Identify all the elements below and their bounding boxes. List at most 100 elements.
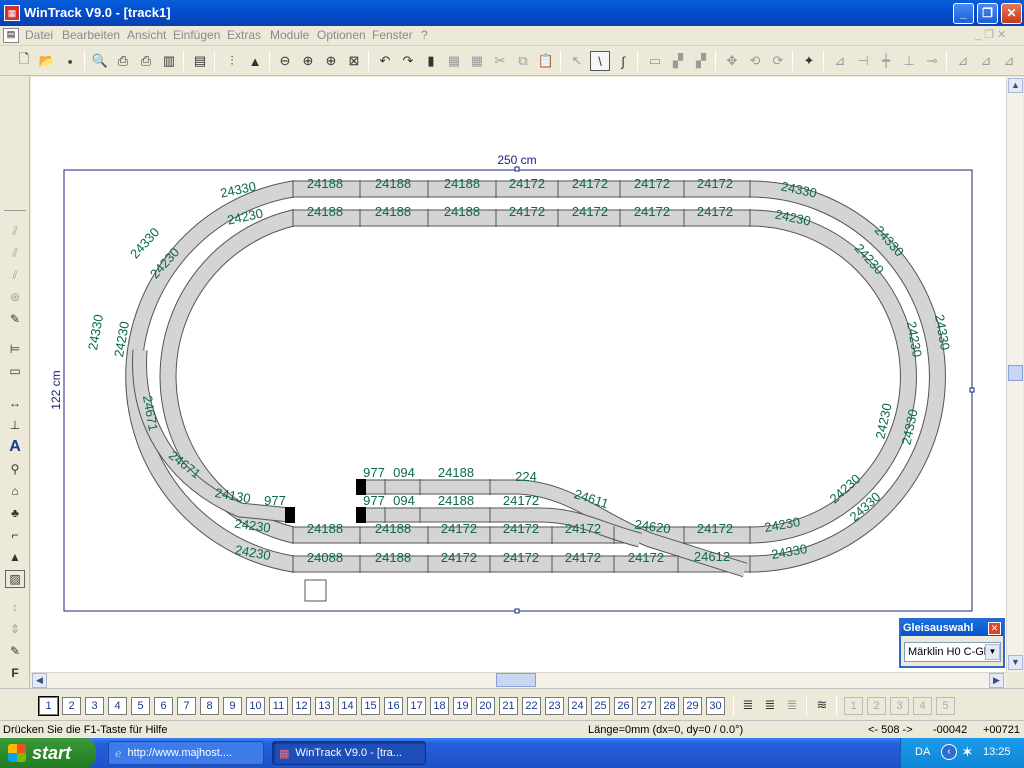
- ungroup-icon[interactable]: ▞: [668, 51, 688, 71]
- page-tab[interactable]: 9: [223, 697, 242, 715]
- insert-icon[interactable]: ✦: [799, 51, 819, 71]
- minimize-button[interactable]: _: [953, 3, 974, 24]
- step-icon[interactable]: ⌐: [5, 526, 25, 544]
- redo-icon[interactable]: ↷: [398, 51, 418, 71]
- group-icon[interactable]: ▭: [645, 51, 665, 71]
- sliders-icon[interactable]: ⫶: [222, 51, 242, 71]
- new-icon[interactable]: 🗋: [14, 51, 34, 71]
- layer-tab[interactable]: 1: [844, 697, 863, 715]
- arrange-icon[interactable]: ▞: [691, 51, 711, 71]
- terrain-icon[interactable]: ▲: [5, 548, 25, 566]
- end-icon[interactable]: ⊸: [922, 51, 942, 71]
- page-tab[interactable]: 8: [200, 697, 219, 715]
- print-icon[interactable]: ⎙: [113, 51, 133, 71]
- zoom-in-icon[interactable]: ⊕: [298, 51, 318, 71]
- vertical-dim-icon[interactable]: ↕: [5, 598, 25, 616]
- cut-track-icon[interactable]: ✎: [5, 310, 25, 328]
- print-setup-icon[interactable]: ⎙: [136, 51, 156, 71]
- landscape-icon[interactable]: ▨: [5, 570, 25, 588]
- house-icon[interactable]: ⌂: [5, 482, 25, 500]
- tray-arrow-icon[interactable]: ‹: [941, 744, 957, 760]
- zoom-fit-icon[interactable]: ⊠: [344, 51, 364, 71]
- language-indicator[interactable]: DA: [915, 746, 930, 758]
- text-icon[interactable]: A: [5, 438, 25, 456]
- close-button[interactable]: ✕: [1001, 3, 1022, 24]
- page-tab[interactable]: 25: [591, 697, 610, 715]
- page-tab[interactable]: 21: [499, 697, 518, 715]
- buffer-stop[interactable]: [285, 507, 295, 523]
- start-button[interactable]: start: [0, 738, 96, 768]
- page-tab[interactable]: 23: [545, 697, 564, 715]
- ramp-icon[interactable]: ⊿: [999, 51, 1019, 71]
- flex-track-icon[interactable]: ⫽: [5, 222, 25, 240]
- zoom-window-icon[interactable]: ⊕: [321, 51, 341, 71]
- list-icon[interactable]: ▥: [159, 51, 179, 71]
- rotate-180-icon[interactable]: ⟳: [768, 51, 788, 71]
- open-icon[interactable]: 📂: [37, 51, 57, 71]
- dimension-icon[interactable]: ↔: [5, 394, 25, 412]
- page-tab[interactable]: 12: [292, 697, 311, 715]
- page-tab[interactable]: 22: [522, 697, 541, 715]
- cut-icon[interactable]: ✂: [490, 51, 510, 71]
- layers-icon[interactable]: ≋: [812, 695, 832, 715]
- pencil-icon[interactable]: ✎: [5, 642, 25, 660]
- flex-track-2-icon[interactable]: ⫽: [5, 244, 25, 262]
- page-tab[interactable]: 6: [154, 697, 173, 715]
- page-tab[interactable]: 11: [269, 697, 288, 715]
- page-tab[interactable]: 18: [430, 697, 449, 715]
- page-tab[interactable]: 17: [407, 697, 426, 715]
- page-tab[interactable]: 16: [384, 697, 403, 715]
- buffer-stop[interactable]: [356, 507, 366, 523]
- scroll-up-button[interactable]: ▲: [1008, 78, 1023, 93]
- print-preview-icon[interactable]: 🔍: [90, 51, 110, 71]
- paste-layer-icon[interactable]: ▦: [467, 51, 487, 71]
- page-tab[interactable]: 3: [85, 697, 104, 715]
- zoom-out-icon[interactable]: ⊖: [275, 51, 295, 71]
- close-icon[interactable]: ✕: [988, 622, 1001, 635]
- save-icon[interactable]: ▪: [60, 51, 80, 71]
- page-tab[interactable]: 15: [361, 697, 380, 715]
- move-icon[interactable]: ✥: [722, 51, 742, 71]
- paste-icon[interactable]: 📋: [536, 51, 556, 71]
- page-tab[interactable]: 10: [246, 697, 265, 715]
- menu-module[interactable]: Module: [270, 28, 309, 42]
- layer-tab[interactable]: 2: [867, 697, 886, 715]
- vertical-scrollbar[interactable]: ▲ ▼: [1006, 77, 1023, 672]
- menu-extras[interactable]: Extras: [227, 28, 261, 42]
- landscape-icon[interactable]: ▲: [245, 51, 265, 71]
- scroll-right-button[interactable]: ▶: [989, 673, 1004, 688]
- page-tab[interactable]: 20: [476, 697, 495, 715]
- undo-icon[interactable]: ↶: [375, 51, 395, 71]
- handle[interactable]: [514, 608, 520, 614]
- layer-tab[interactable]: 4: [913, 697, 932, 715]
- align-icon[interactable]: ⊿: [830, 51, 850, 71]
- vertical-dim-2-icon[interactable]: ⇕: [5, 620, 25, 638]
- scroll-thumb[interactable]: [496, 673, 536, 687]
- horizontal-scrollbar[interactable]: ◀ ▶: [31, 672, 1006, 688]
- page-tab[interactable]: 29: [683, 697, 702, 715]
- menu-optionen[interactable]: Optionen: [317, 28, 366, 42]
- handle[interactable]: [514, 166, 520, 172]
- copy-icon[interactable]: ⧉: [513, 51, 533, 71]
- page-tab[interactable]: 27: [637, 697, 656, 715]
- task-browser[interactable]: ℯ http://www.majhost....: [108, 741, 264, 765]
- layer-delete-icon[interactable]: ≣: [760, 695, 780, 715]
- restore-button[interactable]: ❐: [977, 3, 998, 24]
- signal-icon[interactable]: ⚲: [5, 460, 25, 478]
- layer-tab[interactable]: 3: [890, 697, 909, 715]
- measure-icon[interactable]: ⊨: [5, 340, 25, 358]
- page-tab[interactable]: 26: [614, 697, 633, 715]
- scroll-left-button[interactable]: ◀: [32, 673, 47, 688]
- menu-einfuegen[interactable]: Einfügen: [173, 28, 220, 42]
- height-icon[interactable]: ⊿: [953, 51, 973, 71]
- layer-stack-icon[interactable]: ≣: [738, 695, 758, 715]
- page-tab[interactable]: 30: [706, 697, 725, 715]
- tray-star-icon[interactable]: ✶: [961, 743, 974, 761]
- scroll-down-button[interactable]: ▼: [1008, 655, 1023, 670]
- menu-help[interactable]: ?: [421, 28, 428, 42]
- select-multi-icon[interactable]: ↖: [567, 51, 587, 71]
- app-icon[interactable]: ▦: [4, 5, 20, 21]
- page-tab[interactable]: 24: [568, 697, 587, 715]
- scroll-thumb[interactable]: [1008, 365, 1023, 381]
- draw-curve-icon[interactable]: ∫: [613, 51, 633, 71]
